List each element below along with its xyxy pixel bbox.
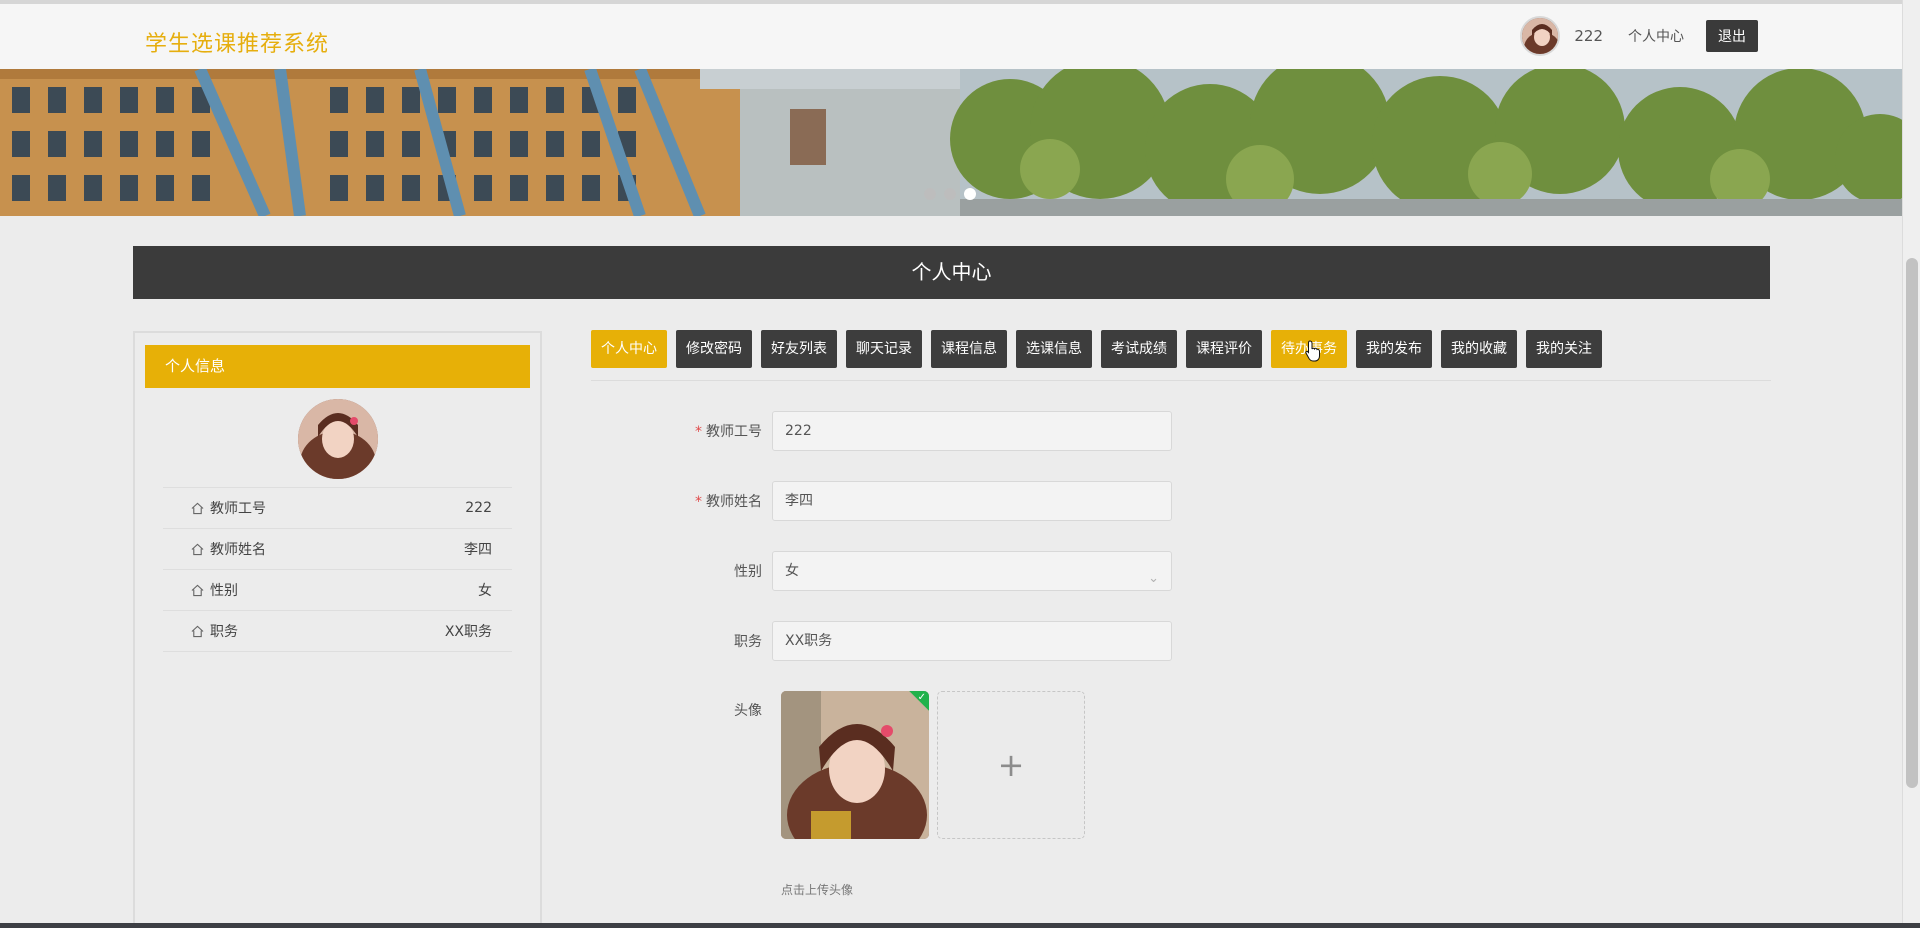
user-area: 222 个人中心 退出 xyxy=(1520,16,1758,56)
form-row-teacher-name: * 教师姓名 李四 xyxy=(660,481,1172,521)
tab-my-follows[interactable]: 我的关注 xyxy=(1526,330,1602,368)
top-navbar: 学生选课推荐系统 222 个人中心 退出 xyxy=(0,0,1902,69)
home-icon xyxy=(191,543,204,555)
tab-my-favorites[interactable]: 我的收藏 xyxy=(1441,330,1517,368)
position-field[interactable]: XX职务 xyxy=(772,621,1172,661)
gender-label: 性别 xyxy=(734,564,762,580)
avatar-upload: ✓ + xyxy=(781,691,1085,839)
teacher-name-label: * 教师姓名 xyxy=(695,494,762,510)
scrollbar-thumb[interactable] xyxy=(1906,258,1918,788)
bottom-bar xyxy=(0,923,1920,928)
vertical-scrollbar[interactable] xyxy=(1902,0,1920,928)
profile-avatar xyxy=(297,399,378,479)
required-mark: * xyxy=(695,494,702,510)
page-title: 个人中心 xyxy=(133,246,1770,299)
carousel-dot[interactable] xyxy=(924,188,936,200)
info-label: 教师姓名 xyxy=(210,542,266,558)
plus-icon: + xyxy=(997,746,1025,784)
info-row-position: 职务 XX职务 xyxy=(163,611,512,652)
info-value: 222 xyxy=(465,500,492,516)
chevron-down-icon: ⌄ xyxy=(1148,571,1159,586)
uploaded-avatar-thumbnail[interactable]: ✓ xyxy=(781,691,929,839)
teacher-id-label: * 教师工号 xyxy=(695,424,762,440)
tab-chat-history[interactable]: 聊天记录 xyxy=(846,330,922,368)
add-image-button[interactable]: + xyxy=(937,691,1085,839)
teacher-name-field[interactable]: 李四 xyxy=(772,481,1172,521)
tab-friends[interactable]: 好友列表 xyxy=(761,330,837,368)
hand-cursor-icon xyxy=(1305,340,1320,362)
logout-button[interactable]: 退出 xyxy=(1706,20,1758,52)
carousel-indicators xyxy=(924,188,976,200)
personal-center-link[interactable]: 个人中心 xyxy=(1628,26,1684,46)
position-label: 职务 xyxy=(734,634,762,650)
tabs-divider xyxy=(591,380,1771,381)
avatar-label: 头像 xyxy=(734,703,762,719)
personal-info-title: 个人信息 xyxy=(145,345,530,388)
info-row-teacher-id: 教师工号 222 xyxy=(163,488,512,529)
teacher-id-field[interactable]: 222 xyxy=(772,411,1172,451)
home-icon xyxy=(191,502,204,514)
site-brand[interactable]: 学生选课推荐系统 xyxy=(145,26,329,58)
info-list: 教师工号 222 教师姓名 李四 性别 女 职务 XX职务 xyxy=(163,487,512,652)
user-avatar[interactable] xyxy=(1520,16,1561,56)
info-value: XX职务 xyxy=(444,624,492,640)
gender-selected-value: 女 xyxy=(785,563,799,579)
carousel-dot-active[interactable] xyxy=(964,188,976,200)
banner-carousel[interactable] xyxy=(0,69,1902,216)
tab-enrollment-info[interactable]: 选课信息 xyxy=(1016,330,1092,368)
info-label: 职务 xyxy=(210,624,238,640)
tab-exam-scores[interactable]: 考试成绩 xyxy=(1101,330,1177,368)
tab-bar: 个人中心 修改密码 好友列表 聊天记录 课程信息 选课信息 考试成绩 课程评价 … xyxy=(591,330,1602,368)
info-row-gender: 性别 女 xyxy=(163,570,512,611)
check-icon: ✓ xyxy=(917,692,926,703)
form-row-teacher-id: * 教师工号 222 xyxy=(660,411,1172,451)
info-value: 女 xyxy=(478,583,492,599)
carousel-dot[interactable] xyxy=(944,188,956,200)
info-value: 李四 xyxy=(464,542,492,558)
tab-my-posts[interactable]: 我的发布 xyxy=(1356,330,1432,368)
tab-change-password[interactable]: 修改密码 xyxy=(676,330,752,368)
tab-course-info[interactable]: 课程信息 xyxy=(931,330,1007,368)
form-row-gender: 性别 女 ⌄ xyxy=(660,551,1172,591)
tab-personal-center[interactable]: 个人中心 xyxy=(591,330,667,368)
home-icon xyxy=(191,584,204,596)
personal-info-card: 个人信息 教师工号 222 教师姓名 李四 性别 女 职务 XX职务 xyxy=(133,331,542,928)
form-row-position: 职务 XX职务 xyxy=(660,621,1172,661)
header-username: 222 xyxy=(1574,27,1603,45)
home-icon xyxy=(191,625,204,637)
info-label: 教师工号 xyxy=(210,501,266,517)
required-mark: * xyxy=(695,424,702,440)
upload-hint: 点击上传头像 xyxy=(781,883,854,897)
info-label: 性别 xyxy=(210,583,238,599)
gender-select[interactable]: 女 ⌄ xyxy=(772,551,1172,591)
tab-course-review[interactable]: 课程评价 xyxy=(1186,330,1262,368)
info-row-teacher-name: 教师姓名 李四 xyxy=(163,529,512,570)
